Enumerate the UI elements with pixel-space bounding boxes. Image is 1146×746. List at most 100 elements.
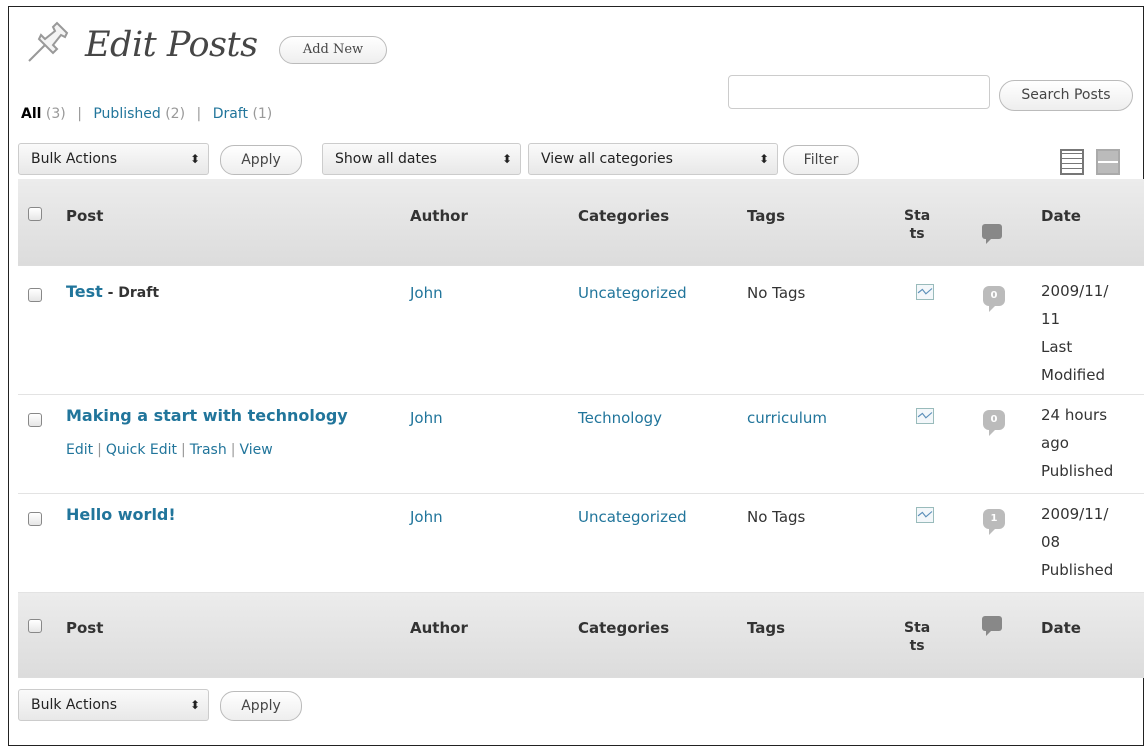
post-title-link[interactable]: Test: [66, 282, 103, 301]
date-line: Modified: [1041, 366, 1106, 384]
list-view-icon[interactable]: [1060, 149, 1084, 175]
date-line: 2009/11/: [1041, 282, 1109, 300]
edit-posts-screen: Edit Posts Add New All (3) | Published (…: [8, 6, 1144, 746]
post-date: 24 hours ago Published: [1041, 401, 1127, 485]
categories-select[interactable]: View all categories ⬍: [528, 143, 778, 175]
row-checkbox[interactable]: [28, 288, 42, 302]
comment-count-bubble[interactable]: 1: [983, 509, 1005, 535]
select-arrow-icon: ⬍: [501, 152, 512, 166]
status-filter-links: All (3) | Published (2) | Draft (1): [21, 106, 272, 122]
select-all-checkbox[interactable]: [28, 207, 42, 221]
select-arrow-icon: ⬍: [189, 698, 200, 712]
column-author: Author: [410, 619, 468, 637]
stats-chart-icon[interactable]: [916, 408, 934, 424]
date-line: 2009/11/: [1041, 505, 1109, 523]
comments-column-icon: [982, 616, 1002, 636]
column-stats-line: Sta: [904, 620, 931, 636]
comments-column-icon: [982, 224, 1002, 244]
row-checkbox[interactable]: [28, 512, 42, 526]
tags-value: No Tags: [747, 508, 806, 526]
column-author: Author: [410, 207, 468, 225]
select-arrow-icon: ⬍: [758, 152, 769, 166]
column-date[interactable]: Date: [1041, 207, 1081, 225]
table-footer: Post Author Categories Tags Sta ts Date: [18, 593, 1144, 678]
column-tags: Tags: [747, 207, 786, 225]
post-title-link[interactable]: Hello world!: [66, 505, 176, 524]
separator: |: [196, 106, 202, 122]
separator: |: [181, 442, 186, 458]
filter-button[interactable]: Filter: [783, 145, 859, 175]
row-actions: Edit | Quick Edit | Trash | View: [66, 442, 273, 458]
column-stats-line: ts: [909, 638, 925, 654]
select-all-checkbox[interactable]: [28, 619, 42, 633]
separator: |: [97, 442, 102, 458]
table-row: Making a start with technology Edit | Quic…: [18, 395, 1144, 494]
separator: |: [230, 442, 236, 458]
date-line: 24 hours: [1041, 406, 1108, 424]
table-row: Hello world! John Uncategorized No Tags …: [18, 494, 1144, 593]
categories-value: View all categories: [541, 151, 673, 167]
bulk-actions-value: Bulk Actions: [31, 151, 118, 167]
author-link[interactable]: John: [410, 284, 443, 302]
post-date: 2009/11/ 11 Last Modified: [1041, 277, 1127, 389]
date-line: Published: [1041, 462, 1114, 480]
stats-chart-icon[interactable]: [916, 507, 934, 523]
date-line: Last: [1041, 338, 1073, 356]
column-stats: Sta ts: [904, 207, 930, 243]
select-arrow-icon: ⬍: [189, 152, 200, 166]
category-link[interactable]: Uncategorized: [578, 508, 687, 526]
filter-published-link[interactable]: Published: [93, 106, 160, 122]
date-line: ago: [1041, 434, 1069, 452]
tags-value: No Tags: [747, 284, 806, 302]
stats-chart-icon[interactable]: [916, 284, 934, 300]
column-categories: Categories: [578, 207, 670, 225]
search-posts-button[interactable]: Search Posts: [999, 80, 1133, 111]
date-line: Published: [1041, 561, 1114, 579]
pushpin-icon: [28, 21, 69, 62]
search-input[interactable]: [728, 75, 990, 109]
filter-published-count: (2): [165, 106, 186, 122]
comment-count-bubble[interactable]: 0: [983, 410, 1005, 436]
apply-button[interactable]: Apply: [220, 145, 302, 175]
filter-draft-count: (1): [252, 106, 273, 122]
edit-link[interactable]: Edit: [66, 442, 93, 458]
category-link[interactable]: Uncategorized: [578, 284, 687, 302]
quick-edit-link[interactable]: Quick Edit: [106, 442, 177, 458]
separator: |: [77, 106, 82, 122]
row-checkbox[interactable]: [28, 413, 42, 427]
column-stats: Sta ts: [904, 619, 930, 655]
dates-select[interactable]: Show all dates ⬍: [322, 143, 521, 175]
comment-count-bubble[interactable]: 0: [983, 286, 1005, 312]
author-link[interactable]: John: [410, 508, 443, 526]
column-categories: Categories: [578, 619, 670, 637]
column-stats-line: Sta: [904, 208, 931, 224]
bulk-actions-select[interactable]: Bulk Actions ⬍: [18, 143, 209, 175]
category-link[interactable]: Technology: [578, 409, 662, 427]
view-link[interactable]: View: [239, 442, 272, 458]
post-title-cell: Test - Draft: [66, 282, 159, 301]
table-row: Test - Draft John Uncategorized No Tags …: [18, 266, 1144, 395]
bulk-actions-value: Bulk Actions: [31, 697, 118, 713]
bulk-actions-select-bottom[interactable]: Bulk Actions ⬍: [18, 689, 209, 721]
trash-link[interactable]: Trash: [190, 442, 227, 458]
dates-value: Show all dates: [335, 151, 437, 167]
date-line: 11: [1041, 310, 1061, 328]
excerpt-view-icon[interactable]: [1096, 149, 1120, 175]
date-line: 08: [1041, 533, 1061, 551]
column-tags: Tags: [747, 619, 786, 637]
filter-draft-link[interactable]: Draft: [213, 106, 248, 122]
filter-all-count: (3): [45, 106, 66, 122]
column-date[interactable]: Date: [1041, 619, 1081, 637]
column-post[interactable]: Post: [66, 207, 103, 225]
add-new-button[interactable]: Add New: [279, 36, 387, 64]
post-date: 2009/11/ 08 Published: [1041, 500, 1127, 584]
filter-all-link[interactable]: All: [21, 106, 41, 122]
post-title-link[interactable]: Making a start with technology: [66, 406, 348, 425]
table-header: Post Author Categories Tags Sta ts Date: [18, 179, 1144, 266]
page-title: Edit Posts: [85, 25, 258, 65]
column-post[interactable]: Post: [66, 619, 103, 637]
apply-button-bottom[interactable]: Apply: [220, 691, 302, 721]
author-link[interactable]: John: [410, 409, 443, 427]
tag-link[interactable]: curriculum: [747, 409, 827, 427]
post-state: - Draft: [107, 285, 160, 301]
